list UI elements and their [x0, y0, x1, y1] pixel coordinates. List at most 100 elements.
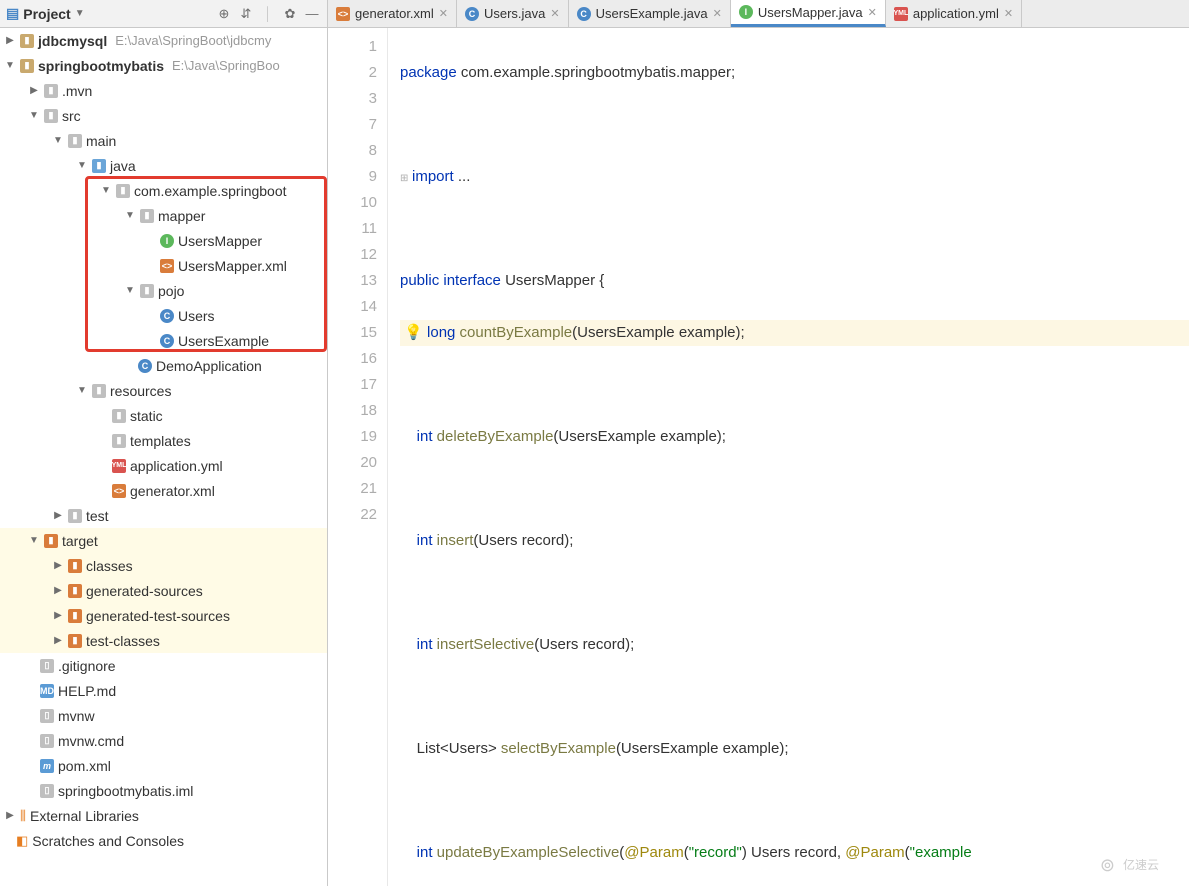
- chevron-down-icon: ▼: [76, 385, 88, 396]
- tree-node-iml[interactable]: ▯ springbootmybatis.iml: [0, 778, 327, 803]
- tree-node-src[interactable]: ▼ ▮ src: [0, 103, 327, 128]
- tree-node-jdbcmysql[interactable]: ▶ ▮ jdbcmysql E:\Java\SpringBoot\jdbcmy: [0, 28, 327, 53]
- tree-node-static[interactable]: ▮ static: [0, 403, 327, 428]
- select-opened-file-icon[interactable]: ⊕: [215, 5, 233, 23]
- t: UsersMapper {: [501, 272, 604, 289]
- excluded-folder-icon: ▮: [68, 559, 82, 573]
- file-type-icon: <>: [336, 7, 350, 21]
- close-icon[interactable]: ✕: [1004, 7, 1013, 20]
- tree-node-package[interactable]: ▼ ▮ com.example.springboot: [0, 178, 327, 203]
- project-tool-title[interactable]: ▤ Project ▼: [6, 5, 85, 22]
- tree-label: static: [130, 408, 163, 424]
- package-icon: ▮: [140, 284, 154, 298]
- tree-node-target[interactable]: ▼ ▮ target: [0, 528, 327, 553]
- editor-code[interactable]: package com.example.springbootmybatis.ma…: [388, 28, 1189, 886]
- tree-label: jdbcmysql: [38, 33, 107, 49]
- tree-node-testcls[interactable]: ▶ ▮ test-classes: [0, 628, 327, 653]
- chevron-right-icon: ▶: [52, 560, 64, 571]
- hide-icon[interactable]: —: [303, 5, 321, 23]
- watermark: ⊚ 亿速云: [1100, 852, 1159, 878]
- yml-icon: YML: [112, 459, 126, 473]
- code-editor[interactable]: 12378910111213141516171819202122 package…: [328, 28, 1189, 886]
- chevron-right-icon: ▶: [52, 635, 64, 646]
- tree-node-classes[interactable]: ▶ ▮ classes: [0, 553, 327, 578]
- maven-icon: m: [40, 759, 54, 773]
- editor-tab-1[interactable]: CUsers.java✕: [457, 0, 569, 27]
- close-icon[interactable]: ✕: [868, 6, 877, 19]
- tree-node-usersmapper-xml[interactable]: <> UsersMapper.xml: [0, 253, 327, 278]
- tree-node-scratch[interactable]: ◧ Scratches and Consoles: [0, 828, 327, 853]
- markdown-icon: MD: [40, 684, 54, 698]
- gear-icon[interactable]: ✿: [281, 5, 299, 23]
- tree-node-java[interactable]: ▼ ▮ java: [0, 153, 327, 178]
- line-number: 13: [328, 268, 377, 294]
- editor-tab-4[interactable]: YMLapplication.yml✕: [886, 0, 1022, 27]
- editor-tab-3[interactable]: IUsersMapper.java✕: [731, 0, 886, 27]
- folder-icon: ▮: [44, 84, 58, 98]
- tree-node-resources[interactable]: ▼ ▮ resources: [0, 378, 327, 403]
- tree-node-users[interactable]: C Users: [0, 303, 327, 328]
- tree-node-pom[interactable]: m pom.xml: [0, 753, 327, 778]
- tree-node-main[interactable]: ▼ ▮ main: [0, 128, 327, 153]
- tree-label: resources: [110, 383, 171, 399]
- tree-node-gensrc[interactable]: ▶ ▮ generated-sources: [0, 578, 327, 603]
- chevron-right-icon: ▶: [28, 85, 40, 96]
- main-split: ▶ ▮ jdbcmysql E:\Java\SpringBoot\jdbcmy …: [0, 28, 1189, 886]
- tree-node-gentest[interactable]: ▶ ▮ generated-test-sources: [0, 603, 327, 628]
- project-tree[interactable]: ▶ ▮ jdbcmysql E:\Java\SpringBoot\jdbcmy …: [0, 28, 328, 886]
- tree-label: mvnw: [58, 708, 95, 724]
- file-type-icon: I: [739, 5, 753, 19]
- top-bar: ▤ Project ▼ ⊕ ⇵ │ ✿ — <>generator.xml✕CU…: [0, 0, 1189, 28]
- bulb-icon[interactable]: 💡: [404, 324, 423, 341]
- line-number: 11: [328, 216, 377, 242]
- tree-label: generator.xml: [130, 483, 215, 499]
- chevron-down-icon: ▼: [124, 285, 136, 296]
- interface-icon: I: [160, 234, 174, 248]
- tree-node-pojo[interactable]: ▼ ▮ pojo: [0, 278, 327, 303]
- close-icon[interactable]: ✕: [439, 7, 448, 20]
- tree-label: pom.xml: [58, 758, 111, 774]
- tree-node-test[interactable]: ▶ ▮ test: [0, 503, 327, 528]
- tree-path: E:\Java\SpringBoo: [172, 58, 280, 73]
- tree-label: Scratches and Consoles: [32, 833, 184, 849]
- tree-node-usersexample[interactable]: C UsersExample: [0, 328, 327, 353]
- chevron-right-icon: ▶: [52, 585, 64, 596]
- tree-node-gitignore[interactable]: ▯ .gitignore: [0, 653, 327, 678]
- class-icon: C: [160, 334, 174, 348]
- project-icon: ▤: [6, 5, 19, 22]
- tree-node-mvnw[interactable]: ▯ mvnw: [0, 703, 327, 728]
- tree-node-genxml[interactable]: <> generator.xml: [0, 478, 327, 503]
- tree-label: application.yml: [130, 458, 223, 474]
- close-icon[interactable]: ✕: [550, 7, 559, 20]
- editor-tabs: <>generator.xml✕CUsers.java✕CUsersExampl…: [328, 0, 1189, 27]
- t: (UsersExample example);: [553, 428, 726, 445]
- tree-node-appyml[interactable]: YML application.yml: [0, 453, 327, 478]
- tab-label: Users.java: [484, 6, 545, 21]
- tab-label: generator.xml: [355, 6, 434, 21]
- tree-node-help[interactable]: MD HELP.md: [0, 678, 327, 703]
- close-icon[interactable]: ✕: [713, 7, 722, 20]
- chevron-right-icon: ▶: [52, 510, 64, 521]
- t: countByExample: [455, 324, 572, 341]
- chevron-down-icon: ▼: [124, 210, 136, 221]
- t: int: [417, 636, 433, 653]
- t: ...: [454, 168, 471, 185]
- tree-node-springboot[interactable]: ▼ ▮ springbootmybatis E:\Java\SpringBoo: [0, 53, 327, 78]
- tree-node-usersmapper[interactable]: I UsersMapper: [0, 228, 327, 253]
- scratches-icon: ◧: [16, 833, 28, 849]
- tree-node-mvnwcmd[interactable]: ▯ mvnw.cmd: [0, 728, 327, 753]
- t: insert: [433, 532, 474, 549]
- fold-icon[interactable]: ⊞: [400, 166, 408, 192]
- expand-all-icon[interactable]: ⇵: [237, 5, 255, 23]
- editor-tab-2[interactable]: CUsersExample.java✕: [569, 0, 731, 27]
- t: interface: [443, 272, 501, 289]
- editor-tab-0[interactable]: <> generator.xml ✕: [328, 0, 457, 27]
- tree-node-templates[interactable]: ▮ templates: [0, 428, 327, 453]
- tree-node-demoapp[interactable]: C DemoApplication: [0, 353, 327, 378]
- tree-node-extlib[interactable]: ▶ ⫼ External Libraries: [0, 803, 327, 828]
- t: @Param: [624, 844, 683, 861]
- folder-icon: ▮: [68, 134, 82, 148]
- tree-node-mvn[interactable]: ▶ ▮ .mvn: [0, 78, 327, 103]
- folder-icon: ▮: [112, 434, 126, 448]
- tree-node-mapper[interactable]: ▼ ▮ mapper: [0, 203, 327, 228]
